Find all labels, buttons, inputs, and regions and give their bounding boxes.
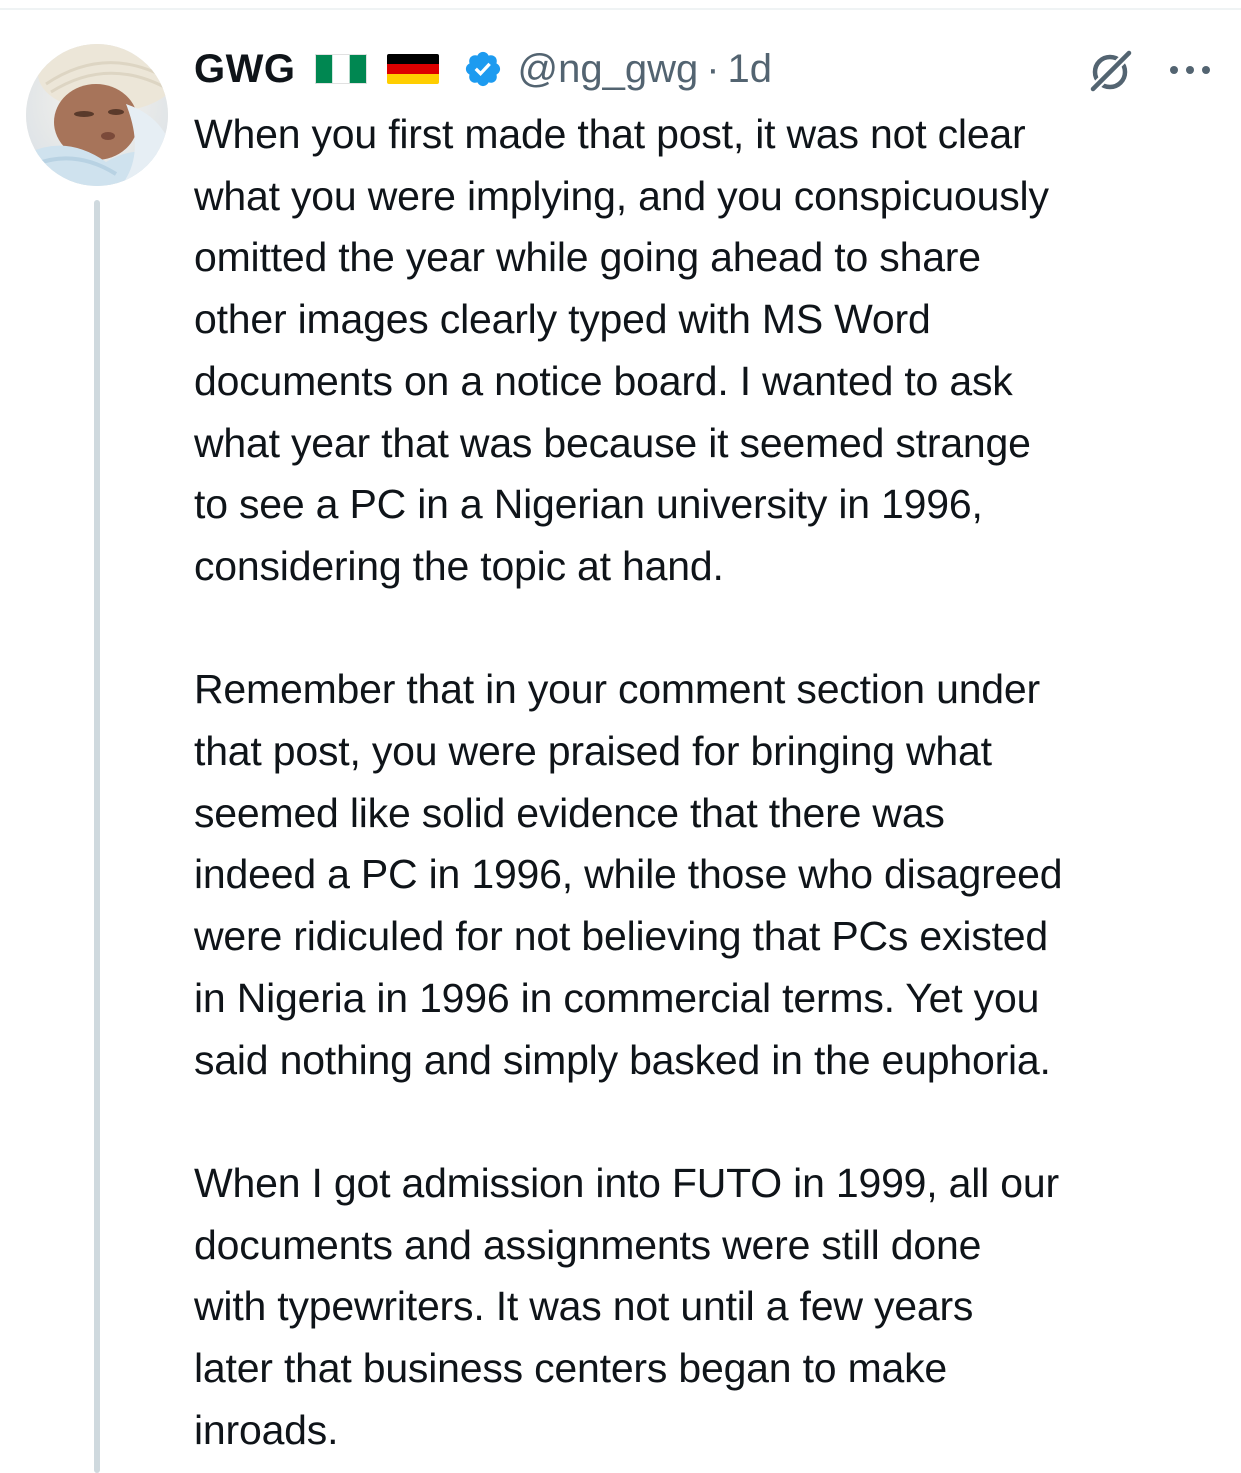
text-line: seemed like solid evidence that there wa… (194, 789, 945, 836)
germany-flag-icon (387, 54, 440, 84)
text-line: were ridiculed for not believing that PC… (194, 913, 1048, 960)
text-line: that post, you were praised for bringing… (194, 728, 992, 775)
separator-dot: · (706, 46, 720, 91)
text-line: documents and assignments were still don… (194, 1221, 982, 1268)
verified-badge-icon[interactable] (463, 49, 503, 89)
text-line: with typewriters. It was not until a few… (194, 1283, 974, 1330)
timestamp[interactable]: 1d (728, 47, 773, 92)
more-icon[interactable] (1166, 60, 1214, 80)
text-line: said nothing and simply basked in the eu… (194, 1036, 1051, 1083)
tweet-paragraph-1: When you first made that post, it was no… (194, 104, 1224, 598)
avatar-image (26, 44, 168, 186)
author-handle[interactable]: @ng_gwg (517, 47, 698, 92)
tweet-paragraph-2: Remember that in your comment section un… (194, 659, 1224, 1091)
tweet-text: When you first made that post, it was no… (194, 104, 1224, 1461)
text-line: what you were implying, and you conspicu… (194, 172, 1049, 219)
text-line: other images clearly typed with MS Word (194, 296, 931, 343)
display-name[interactable]: GWG (194, 47, 295, 92)
tweet-paragraph-3: When I got admission into FUTO in 1999, … (194, 1153, 1224, 1462)
text-line: inroads. (194, 1406, 339, 1453)
text-line: documents on a notice board. I wanted to… (194, 357, 1013, 404)
text-line: indeed a PC in 1996, while those who dis… (194, 851, 1063, 898)
text-line: what year that was because it seemed str… (194, 419, 1031, 466)
top-divider (0, 8, 1241, 10)
text-line: When you first made that post, it was no… (194, 111, 1026, 157)
avatar[interactable] (26, 44, 168, 186)
text-line: Remember that in your comment section un… (194, 666, 1040, 713)
thread-line (94, 200, 100, 1473)
text-line: When I got admission into FUTO in 1999, … (194, 1159, 1059, 1206)
tweet-header: GWG @ng_gwg · 1d (194, 40, 772, 98)
text-line: later that business centers began to mak… (194, 1345, 948, 1392)
grok-icon[interactable] (1086, 47, 1136, 95)
text-line: considering the topic at hand. (194, 542, 724, 589)
text-line: to see a PC in a Nigerian university in … (194, 481, 983, 528)
text-line: omitted the year while going ahead to sh… (194, 234, 981, 281)
nigeria-flag-icon (315, 54, 368, 84)
text-line: in Nigeria in 1996 in commercial terms. … (194, 974, 1040, 1021)
